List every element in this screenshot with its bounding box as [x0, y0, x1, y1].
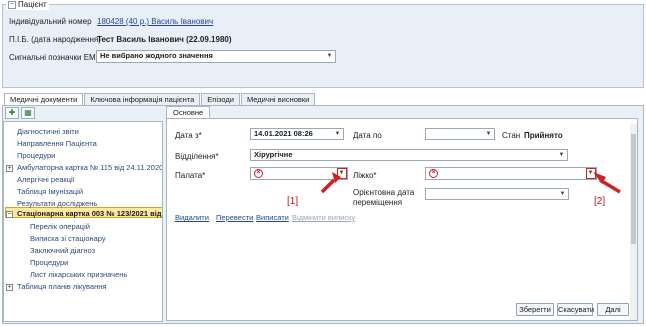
tree-item-diagnostic-reports[interactable]: Діагностичні звіти: [17, 127, 79, 136]
discharge-link[interactable]: Виписати: [256, 213, 289, 222]
date-to-label: Дата по: [353, 131, 382, 140]
excel-export-icon[interactable]: ▦: [21, 107, 35, 119]
signal-label: Сигнальні позначки ЕМК: [9, 53, 101, 62]
save-button[interactable]: Зберегти: [516, 303, 554, 316]
form-scrollbar[interactable]: [630, 124, 637, 320]
delete-link[interactable]: Видалити: [175, 213, 209, 222]
id-label: Індивідуальний номер: [9, 17, 92, 26]
patient-id-link[interactable]: 180428 (40 р.) Василь Іванович: [97, 17, 213, 26]
tree-item-allergies[interactable]: Алергічні реакції: [17, 175, 75, 184]
tab-main[interactable]: Основне: [166, 106, 211, 118]
date-from-value: 14.01.2021 08:26: [254, 129, 313, 138]
next-button[interactable]: Далі: [597, 303, 629, 316]
add-document-icon[interactable]: ✚: [5, 107, 19, 119]
tab-episodes[interactable]: Епізоди: [201, 93, 240, 105]
tree-item-operations[interactable]: Перелік операцій: [30, 222, 90, 231]
signal-marks-select[interactable]: Не вибрано жодного значення ▼: [96, 50, 336, 63]
chevron-down-icon[interactable]: ▼: [325, 51, 334, 61]
cancel-discharge-link[interactable]: Відмінити виписку: [292, 213, 355, 222]
error-icon: ×: [254, 169, 263, 178]
tree-item-procedures-sub[interactable]: Процедури: [30, 258, 68, 267]
patient-group-header[interactable]: − Пацієнт: [6, 0, 49, 10]
date-from-input[interactable]: 14.01.2021 08:26 ▼: [250, 128, 344, 140]
tree-item-final-diagnosis[interactable]: Заключний діагноз: [30, 246, 95, 255]
tab-key-info[interactable]: Ключова інформація пацієнта: [84, 93, 201, 105]
tree-item-prescriptions[interactable]: Лист лікарських призначень: [30, 270, 127, 279]
tree-item-referrals[interactable]: Направлення Пацієнта: [17, 139, 97, 148]
department-label: Відділення*: [175, 152, 219, 161]
document-tabs: Медичні документи Ключова інформація пац…: [4, 93, 316, 106]
chevron-down-icon[interactable]: ▼: [557, 150, 566, 160]
chevron-down-icon[interactable]: ▼: [333, 129, 342, 139]
transfer-link[interactable]: Перевести: [216, 213, 253, 222]
expand-icon[interactable]: +: [6, 284, 13, 291]
tab-medical-conclusions[interactable]: Медичні висновки: [240, 93, 316, 105]
document-tree: Діагностичні звіти Направлення Пацієнта …: [3, 121, 163, 322]
scrollbar-thumb[interactable]: [631, 134, 636, 244]
expand-icon[interactable]: +: [6, 165, 13, 172]
tree-item-discharge[interactable]: Виписка зі стаціонару: [30, 234, 106, 243]
ward-label: Палата*: [175, 171, 206, 180]
cancel-button[interactable]: Скасувати: [557, 303, 594, 316]
annotation-1: [1]: [287, 196, 299, 207]
tree-item-immunizations[interactable]: Таблиця Імунізацій: [17, 187, 83, 196]
patient-group-title: Пацієнт: [18, 0, 47, 9]
tree-item-inpatient-card[interactable]: Стаціонарна картка 003 № 123/2021 від 1: [17, 209, 162, 218]
chevron-down-icon[interactable]: ▼: [484, 129, 493, 139]
annotation-2: [2]: [594, 196, 606, 207]
department-select[interactable]: Хірургічне ▼: [250, 149, 568, 161]
arrow-1-icon: [320, 178, 336, 194]
tree-item-outpatient-card[interactable]: Амбулаторна картка № 115 від 24.11.2020: [17, 163, 162, 172]
patient-name: Тест Василь Іванович (22.09.1980): [97, 35, 232, 44]
date-to-input[interactable]: ▼: [425, 128, 495, 140]
status-label: Стан: [502, 131, 521, 140]
tree-item-treatment-plans[interactable]: Таблиця планів лікування: [17, 282, 106, 291]
status-value: Прийнято: [524, 131, 563, 140]
tree-item-research-results[interactable]: Результати досліджень: [17, 199, 97, 208]
name-label: П.І.Б. (дата народження): [9, 35, 101, 44]
department-value: Хірургічне: [254, 150, 293, 159]
collapse-icon[interactable]: −: [6, 211, 13, 218]
collapse-icon[interactable]: −: [8, 1, 16, 9]
tree-item-procedures[interactable]: Процедури: [17, 151, 55, 160]
signal-marks-value: Не вибрано жодного значення: [100, 51, 213, 60]
date-from-label: Дата з*: [175, 131, 202, 140]
